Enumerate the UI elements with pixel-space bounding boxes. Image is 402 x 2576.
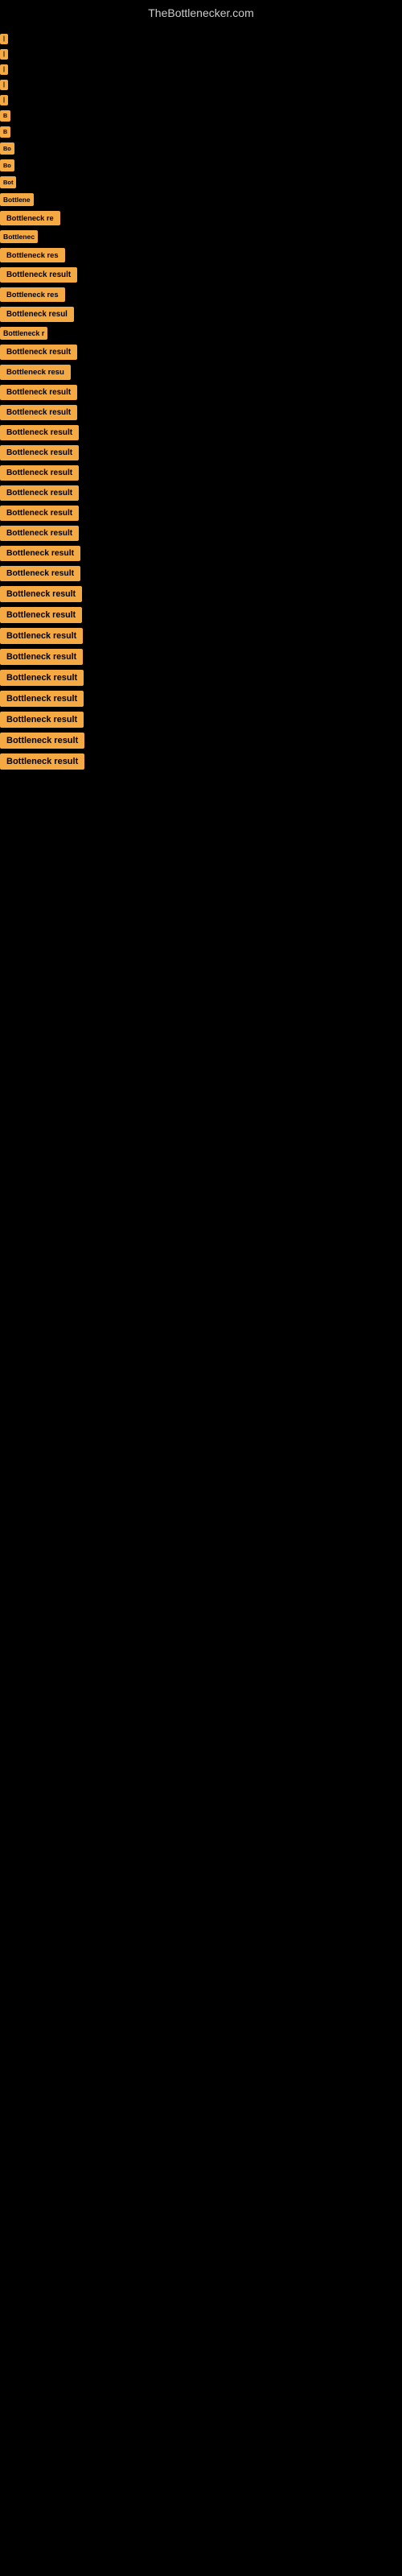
list-item: Bottlene — [0, 193, 402, 206]
list-item: Bottleneck res — [0, 248, 402, 262]
bottleneck-result-badge: Bo — [0, 142, 14, 155]
list-item: Bottleneck result — [0, 753, 402, 770]
bottleneck-result-badge: Bottleneck result — [0, 733, 84, 749]
list-item: Bo — [0, 142, 402, 155]
list-item: Bo — [0, 159, 402, 171]
bottleneck-result-badge: Bottleneck resu — [0, 365, 71, 380]
bottleneck-result-badge: Bottleneck result — [0, 566, 80, 581]
list-item: Bottleneck res — [0, 287, 402, 302]
list-item: Bottleneck result — [0, 485, 402, 501]
bottleneck-result-badge: Bottleneck result — [0, 345, 77, 360]
bottleneck-result-badge: Bottleneck r — [0, 327, 47, 340]
list-item: B — [0, 110, 402, 122]
bottleneck-result-badge: Bo — [0, 159, 14, 171]
bottleneck-result-badge: Bottleneck result — [0, 485, 79, 501]
list-item: Bottleneck result — [0, 425, 402, 440]
results-container: | | | | | BB Bo Bo Bot Bottlene Bottleneck re Bottl… — [0, 26, 402, 782]
list-item: | — [0, 80, 402, 90]
bottleneck-result-badge: Bottleneck result — [0, 691, 84, 707]
bottleneck-result-badge: | — [0, 64, 8, 75]
bottleneck-result-badge: Bottleneck result — [0, 526, 79, 541]
bottleneck-result-badge: Bottleneck result — [0, 753, 84, 770]
bottleneck-result-badge: Bottleneck result — [0, 385, 77, 400]
list-item: Bottleneck result — [0, 607, 402, 623]
bottleneck-result-badge: Bottleneck result — [0, 670, 84, 686]
list-item: Bottleneck result — [0, 566, 402, 581]
list-item: Bot — [0, 176, 402, 188]
bottleneck-result-badge: Bottleneck result — [0, 712, 84, 728]
bottleneck-result-badge: | — [0, 34, 8, 44]
list-item: | — [0, 34, 402, 44]
list-item: Bottleneck result — [0, 526, 402, 541]
bottleneck-result-badge: Bottleneck re — [0, 211, 60, 225]
list-item: Bottleneck result — [0, 445, 402, 460]
list-item: Bottleneck result — [0, 465, 402, 481]
bottleneck-result-badge: Bottleneck result — [0, 607, 82, 623]
bottleneck-result-badge: Bottleneck result — [0, 267, 77, 283]
bottleneck-result-badge: Bottleneck result — [0, 506, 79, 521]
site-title: TheBottlenecker.com — [0, 0, 402, 26]
list-item: Bottleneck r — [0, 327, 402, 340]
bottleneck-result-badge: Bottlene — [0, 193, 34, 206]
bottleneck-result-badge: Bottleneck result — [0, 546, 80, 561]
list-item: Bottleneck resu — [0, 365, 402, 380]
bottleneck-result-badge: Bottlenec — [0, 230, 38, 243]
bottleneck-result-badge: Bottleneck result — [0, 465, 79, 481]
list-item: B — [0, 126, 402, 138]
list-item: | — [0, 64, 402, 75]
list-item: Bottleneck result — [0, 546, 402, 561]
list-item: Bottleneck result — [0, 733, 402, 749]
bottleneck-result-badge: Bottleneck result — [0, 425, 79, 440]
list-item: Bottleneck result — [0, 586, 402, 602]
list-item: Bottleneck result — [0, 628, 402, 644]
list-item: Bottleneck result — [0, 345, 402, 360]
bottleneck-result-badge: Bottleneck resul — [0, 307, 74, 322]
bottleneck-result-badge: B — [0, 110, 10, 122]
list-item: Bottlenec — [0, 230, 402, 243]
bottleneck-result-badge: | — [0, 80, 8, 90]
list-item: | — [0, 95, 402, 105]
list-item: Bottleneck result — [0, 649, 402, 665]
bottleneck-result-badge: Bot — [0, 176, 16, 188]
list-item: Bottleneck re — [0, 211, 402, 225]
bottleneck-result-badge: | — [0, 49, 8, 60]
bottleneck-result-badge: Bottleneck result — [0, 628, 83, 644]
bottleneck-result-badge: B — [0, 126, 10, 138]
list-item: Bottleneck result — [0, 506, 402, 521]
list-item: Bottleneck result — [0, 670, 402, 686]
bottleneck-result-badge: Bottleneck res — [0, 287, 65, 302]
list-item: Bottleneck result — [0, 691, 402, 707]
bottleneck-result-badge: | — [0, 95, 8, 105]
list-item: Bottleneck resul — [0, 307, 402, 322]
bottleneck-result-badge: Bottleneck result — [0, 405, 77, 420]
list-item: Bottleneck result — [0, 385, 402, 400]
bottleneck-result-badge: Bottleneck result — [0, 445, 79, 460]
list-item: Bottleneck result — [0, 712, 402, 728]
bottleneck-result-badge: Bottleneck result — [0, 586, 82, 602]
bottleneck-result-badge: Bottleneck res — [0, 248, 65, 262]
list-item: | — [0, 49, 402, 60]
list-item: Bottleneck result — [0, 267, 402, 283]
list-item: Bottleneck result — [0, 405, 402, 420]
bottleneck-result-badge: Bottleneck result — [0, 649, 83, 665]
